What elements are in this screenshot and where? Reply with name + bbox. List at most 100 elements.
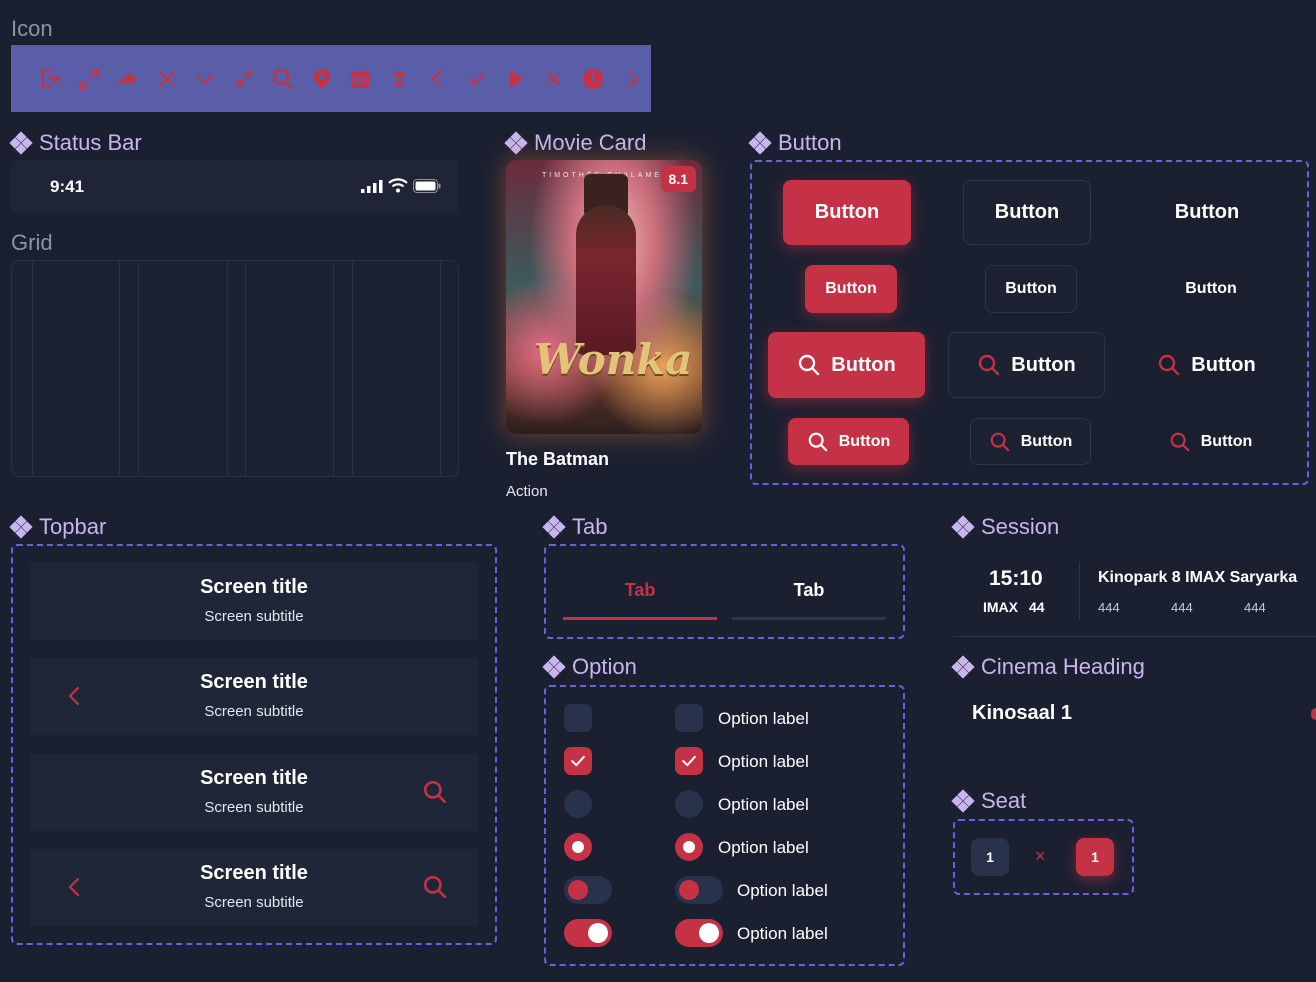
option-label: Option label — [718, 752, 809, 771]
primary-button-small[interactable]: Button — [805, 265, 897, 313]
icon-strip — [11, 45, 651, 112]
wifi-icon — [388, 178, 408, 193]
toggle-off[interactable] — [564, 876, 612, 904]
collapse-icon[interactable] — [225, 64, 264, 94]
toggle-off-with-label[interactable] — [675, 876, 723, 904]
section-title-session: Session — [951, 514, 1059, 540]
chevron-down-icon[interactable] — [186, 64, 225, 94]
search-icon — [989, 431, 1011, 453]
screen-title: Screen title — [200, 767, 308, 789]
topbar-with-back-and-search: Screen title Screen subtitle — [30, 849, 478, 926]
search-icon[interactable] — [422, 874, 448, 900]
share-icon[interactable] — [109, 64, 148, 94]
section-title-option: Option — [542, 654, 637, 680]
seat-selected[interactable]: 1 — [1076, 838, 1114, 876]
checkbox-unchecked[interactable] — [564, 704, 592, 732]
movie-poster[interactable]: TIMOTHÉE CHALAMET Wonka 8.1 — [506, 160, 702, 434]
movie-title[interactable]: The Batman — [506, 449, 609, 470]
component-icon — [951, 655, 975, 679]
component-icon — [951, 789, 975, 813]
logout-icon[interactable] — [31, 64, 70, 94]
checkbox-checked[interactable] — [564, 747, 592, 775]
component-icon — [951, 515, 975, 539]
poster-logo: Wonka — [534, 335, 693, 384]
section-title-icon: Icon — [11, 16, 53, 41]
option-label: Option label — [718, 709, 809, 728]
session-hall: 44 — [1029, 599, 1045, 615]
topbar-with-search: Screen title Screen subtitle — [30, 754, 478, 831]
screen-subtitle: Screen subtitle — [204, 799, 304, 816]
search-icon — [1169, 431, 1191, 453]
search-icon[interactable] — [264, 64, 303, 94]
primary-button-large[interactable]: Button — [783, 180, 911, 245]
check-icon[interactable] — [457, 64, 496, 94]
sort-icon[interactable] — [380, 64, 419, 94]
check-icon — [679, 751, 699, 771]
search-icon[interactable] — [422, 779, 448, 805]
toggle-on-with-label[interactable] — [675, 919, 723, 947]
expand-icon[interactable] — [70, 64, 109, 94]
status-bar: 9:41 — [11, 160, 459, 212]
component-icon — [504, 131, 528, 155]
session-price: 444 — [1171, 600, 1193, 615]
section-title-grid: Grid — [11, 230, 53, 255]
search-icon — [1157, 353, 1181, 377]
radio-unselected-with-label[interactable] — [675, 790, 703, 818]
tab-active[interactable]: Tab — [563, 580, 717, 601]
component-icon — [748, 131, 772, 155]
text-button-large[interactable]: Button — [1143, 180, 1271, 245]
screen-subtitle: Screen subtitle — [204, 894, 304, 911]
section-title-tab: Tab — [542, 514, 607, 540]
play-icon[interactable] — [496, 64, 535, 94]
secondary-button-large[interactable]: Button — [963, 180, 1091, 245]
section-title-button: Button — [748, 130, 842, 156]
radio-selected[interactable] — [564, 833, 592, 861]
primary-icon-button-large[interactable]: Button — [768, 332, 925, 398]
screen-title: Screen title — [200, 671, 308, 693]
search-icon — [977, 353, 1001, 377]
calendar-icon[interactable] — [341, 64, 380, 94]
chevron-left-icon[interactable] — [419, 64, 458, 94]
section-title-cinema-heading: Cinema Heading — [951, 654, 1145, 680]
radio-selected-with-label[interactable] — [675, 833, 703, 861]
screen-subtitle: Screen subtitle — [204, 608, 304, 625]
option-label: Option label — [718, 838, 809, 857]
secondary-icon-button-large[interactable]: Button — [948, 332, 1105, 398]
component-icon — [542, 655, 566, 679]
component-icon — [9, 515, 33, 539]
screen-title: Screen title — [200, 576, 308, 598]
session-format: IMAX — [983, 599, 1018, 615]
checkbox-unchecked-with-label[interactable] — [675, 704, 703, 732]
section-title-movie-card: Movie Card — [504, 130, 646, 156]
close-icon[interactable] — [147, 64, 186, 94]
secondary-icon-button-small[interactable]: Button — [970, 418, 1091, 465]
chevron-right-icon[interactable] — [612, 64, 651, 94]
option-label: Option label — [737, 924, 828, 943]
cinema-heading-title: Kinosaal 1 — [972, 702, 1073, 724]
status-time: 9:41 — [50, 177, 85, 196]
topbar-plain: Screen title Screen subtitle — [30, 563, 478, 640]
tab-inactive[interactable]: Tab — [732, 580, 886, 601]
checkbox-checked-with-label[interactable] — [675, 747, 703, 775]
location-pin-icon[interactable] — [302, 64, 341, 94]
close-small-icon[interactable] — [535, 64, 574, 94]
search-icon — [797, 353, 821, 377]
movie-genre: Action — [506, 483, 548, 500]
text-icon-button-small[interactable]: Button — [1150, 418, 1271, 465]
session-price: 444 — [1098, 600, 1120, 615]
signal-icon — [361, 180, 383, 193]
topbar-with-back: Screen title Screen subtitle — [30, 658, 478, 735]
seat-available[interactable]: 1 — [971, 838, 1009, 876]
seat-unavailable: × — [1035, 846, 1046, 866]
heading-indicator — [1311, 708, 1316, 720]
session-time[interactable]: 15:10 — [989, 567, 1043, 591]
secondary-button-small[interactable]: Button — [985, 265, 1077, 313]
text-button-small[interactable]: Button — [1165, 265, 1257, 313]
primary-icon-button-small[interactable]: Button — [788, 418, 909, 465]
clock-icon[interactable] — [574, 64, 613, 94]
option-label: Option label — [737, 881, 828, 900]
radio-unselected[interactable] — [564, 790, 592, 818]
option-label: Option label — [718, 795, 809, 814]
toggle-on[interactable] — [564, 919, 612, 947]
text-icon-button-large[interactable]: Button — [1128, 332, 1285, 398]
